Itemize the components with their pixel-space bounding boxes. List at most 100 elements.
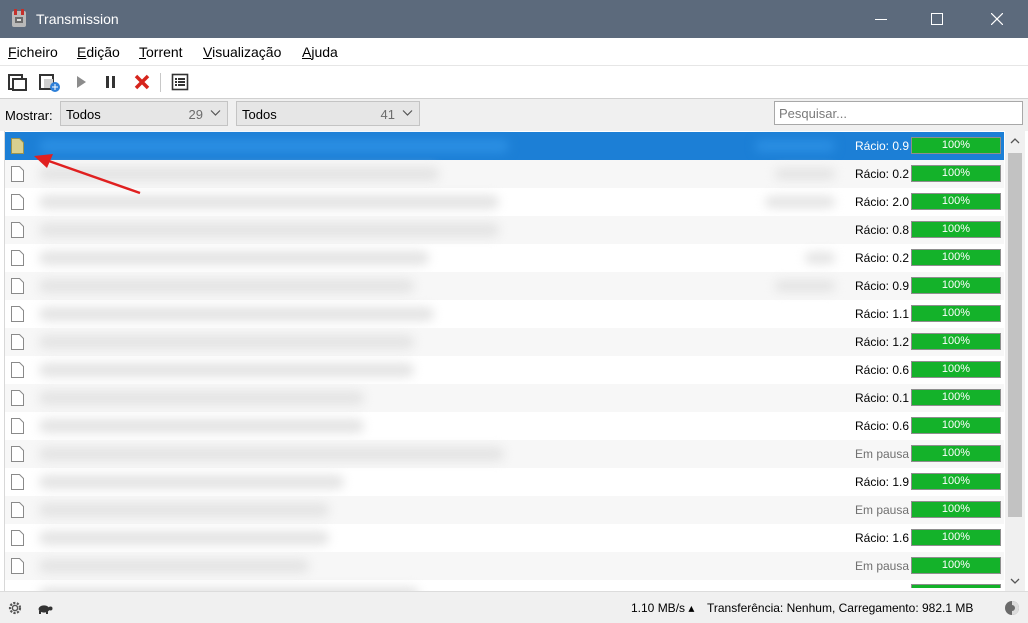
progress-label: 100% xyxy=(941,335,971,347)
torrent-name-redacted xyxy=(39,139,509,153)
file-icon xyxy=(11,418,24,434)
remove-button[interactable] xyxy=(131,71,153,93)
scroll-thumb[interactable] xyxy=(1008,153,1022,517)
torrent-status: Em pausa xyxy=(855,559,910,573)
progress-label: 100% xyxy=(941,559,971,571)
menu-torrent[interactable]: Torrent xyxy=(139,44,183,60)
chevron-down-icon xyxy=(402,110,413,116)
torrent-status: Rácio: 0.9 xyxy=(855,139,910,153)
menu-ajuda[interactable]: Ajuda xyxy=(302,44,338,60)
progress-label: 100% xyxy=(941,167,971,179)
torrent-size-redacted xyxy=(755,140,835,152)
scroll-down-button[interactable] xyxy=(1005,571,1025,591)
torrent-status: Rácio: 0.8 xyxy=(855,223,910,237)
menu-visualizacao[interactable]: Visualização xyxy=(203,44,281,60)
progress-bar: 100% xyxy=(911,417,1001,434)
list-scrollbar[interactable] xyxy=(1005,131,1025,591)
progress-bar: 100% xyxy=(911,277,1001,294)
progress-bar: 100% xyxy=(911,529,1001,546)
torrent-row[interactable]: Rácio: 1.9 100% xyxy=(5,468,1004,496)
ratio-icon[interactable] xyxy=(1004,600,1020,616)
torrent-status: Rácio: 1.1 xyxy=(855,307,910,321)
torrent-row[interactable]: Rácio: 2.0 100% xyxy=(5,188,1004,216)
progress-label: 100% xyxy=(941,503,971,515)
progress-bar: 100% xyxy=(911,137,1001,154)
torrent-row[interactable]: Rácio: 1.2 100% xyxy=(5,328,1004,356)
file-icon xyxy=(11,530,24,546)
start-button[interactable] xyxy=(70,71,92,93)
close-button[interactable] xyxy=(974,0,1020,38)
torrent-row[interactable]: Em pausa 100% xyxy=(5,552,1004,580)
torrent-name-redacted xyxy=(39,391,364,405)
progress-bar: 100% xyxy=(911,221,1001,238)
progress-bar: 100% xyxy=(911,445,1001,462)
menu-edicao[interactable]: Edição xyxy=(77,44,120,60)
status-bar: 1.10 MB/s ▴ Transferência: Nenhum, Carre… xyxy=(0,591,1028,623)
filter-bar: Mostrar: Todos 29 Todos 41 xyxy=(0,99,1028,131)
torrent-row[interactable] xyxy=(5,580,1004,591)
torrent-row[interactable]: Rácio: 1.6 100% xyxy=(5,524,1004,552)
window-title: Transmission xyxy=(36,11,119,27)
torrent-name-redacted xyxy=(39,363,414,377)
torrent-row[interactable]: Rácio: 0.6 100% xyxy=(5,412,1004,440)
torrent-status: Em pausa xyxy=(855,503,910,517)
activity-filter-combo[interactable]: Todos 29 xyxy=(60,101,228,126)
torrent-row[interactable]: Em pausa 100% xyxy=(5,496,1004,524)
progress-label: 100% xyxy=(941,279,971,291)
turtle-icon[interactable] xyxy=(36,600,54,616)
file-icon xyxy=(11,250,24,266)
file-icon xyxy=(11,390,24,406)
torrent-name-redacted xyxy=(39,279,414,293)
file-icon xyxy=(11,474,24,490)
pause-button[interactable] xyxy=(100,71,122,93)
activity-filter-value: Todos xyxy=(66,107,101,122)
progress-bar: 100% xyxy=(911,193,1001,210)
torrent-status: Rácio: 1.2 xyxy=(855,335,910,349)
progress-label: 100% xyxy=(941,391,971,403)
toolbar xyxy=(0,66,1028,99)
torrent-status: Rácio: 0.2 xyxy=(855,251,910,265)
tracker-filter-combo[interactable]: Todos 41 xyxy=(236,101,420,126)
torrent-name-redacted xyxy=(39,559,309,573)
progress-label: 100% xyxy=(941,531,971,543)
torrent-status: Rácio: 1.9 xyxy=(855,475,910,489)
open-url-button[interactable] xyxy=(39,71,61,93)
chevron-down-icon xyxy=(210,110,221,116)
speed-readout: 1.10 MB/s ▴ xyxy=(631,601,695,615)
torrent-size-redacted xyxy=(765,196,835,208)
gear-icon[interactable] xyxy=(7,600,23,616)
torrent-row[interactable]: Em pausa 100% xyxy=(5,440,1004,468)
file-icon xyxy=(11,194,24,210)
file-icon xyxy=(11,446,24,462)
torrent-name-redacted xyxy=(39,195,499,209)
progress-label: 100% xyxy=(941,195,971,207)
torrent-name-redacted xyxy=(39,167,439,181)
torrent-row[interactable]: Rácio: 0.2 100% xyxy=(5,160,1004,188)
torrent-name-redacted xyxy=(39,419,364,433)
torrent-row[interactable]: Rácio: 1.1 100% xyxy=(5,300,1004,328)
menu-ficheiro[interactable]: Ficheiro xyxy=(8,44,58,60)
maximize-icon xyxy=(931,13,943,25)
torrent-status: Rácio: 0.1 xyxy=(855,391,910,405)
torrent-row[interactable]: Rácio: 0.9 100% xyxy=(5,272,1004,300)
progress-bar: 100% xyxy=(911,333,1001,350)
torrent-row[interactable]: Rácio: 0.8 100% xyxy=(5,216,1004,244)
torrent-status: Rácio: 0.6 xyxy=(855,419,910,433)
torrent-status: Rácio: 0.2 xyxy=(855,167,910,181)
file-icon xyxy=(11,166,24,182)
file-icon xyxy=(11,558,24,574)
minimize-button[interactable] xyxy=(858,0,904,38)
torrent-size-redacted xyxy=(775,168,835,180)
torrent-row[interactable]: Rácio: 0.1 100% xyxy=(5,384,1004,412)
search-input[interactable] xyxy=(775,102,1022,124)
torrent-row[interactable]: Rácio: 0.2 100% xyxy=(5,244,1004,272)
torrent-row[interactable]: Rácio: 0.9 100% xyxy=(5,132,1004,160)
menu-bar: Ficheiro Edição Torrent Visualização Aju… xyxy=(0,38,1028,66)
transmission-app-icon xyxy=(12,9,26,27)
open-torrent-button[interactable] xyxy=(7,71,29,93)
torrent-status: Rácio: 0.9 xyxy=(855,279,910,293)
properties-button[interactable] xyxy=(169,71,191,93)
maximize-button[interactable] xyxy=(914,0,960,38)
scroll-up-button[interactable] xyxy=(1005,131,1025,151)
torrent-row[interactable]: Rácio: 0.6 100% xyxy=(5,356,1004,384)
